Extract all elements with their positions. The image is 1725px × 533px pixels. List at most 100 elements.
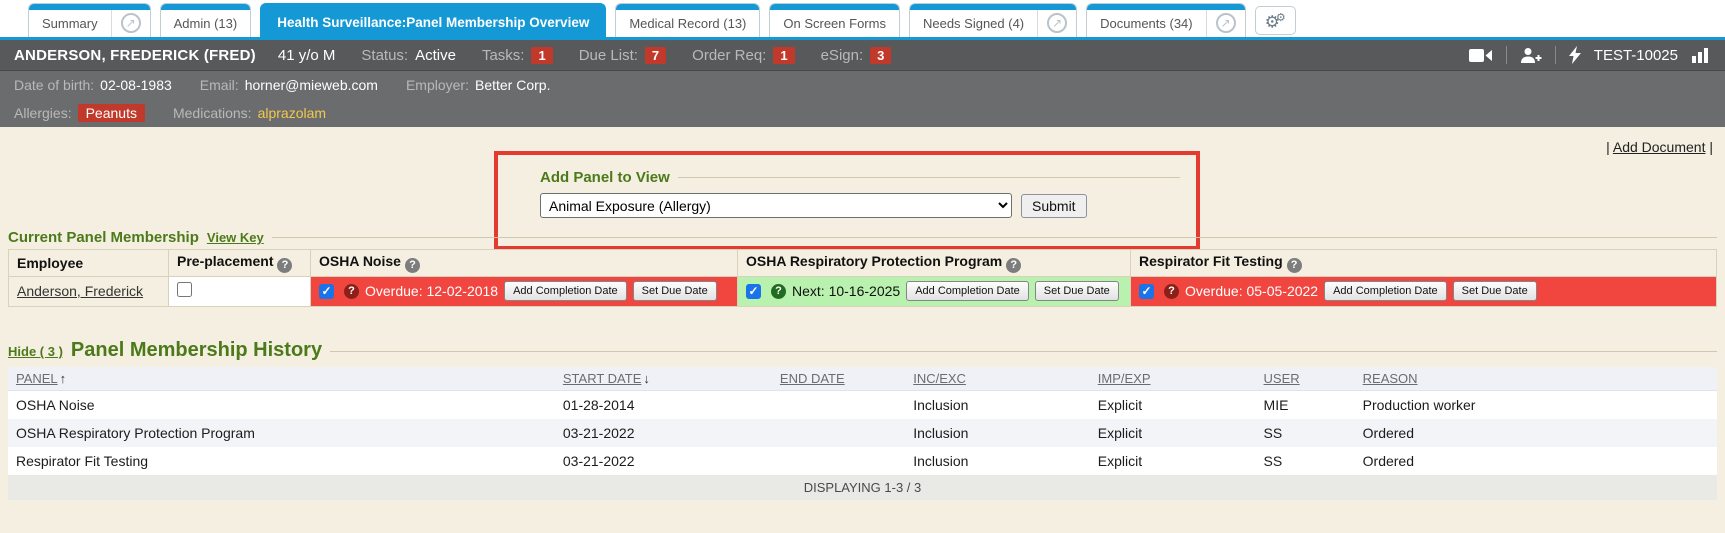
tasks-item: Tasks: 1 xyxy=(482,47,553,64)
history-row[interactable]: OSHA Respiratory Protection Program 03-2… xyxy=(8,419,1717,447)
add-person-icon[interactable] xyxy=(1520,47,1542,64)
tab-health-surveillance-active[interactable]: Health Surveillance:Panel Membership Ove… xyxy=(260,3,606,37)
settings-gears-button[interactable]: ⚙⚙ xyxy=(1255,6,1296,35)
tab-summary-label: Summary xyxy=(29,4,111,37)
col-resp-fit: Respirator Fit Testing? xyxy=(1131,250,1717,277)
sort-reason-link[interactable]: REASON xyxy=(1363,371,1418,386)
add-panel-section: Add Panel to View Animal Exposure (Aller… xyxy=(540,169,1180,218)
tab-needs-signed-popout[interactable]: ↗ xyxy=(1037,4,1076,37)
tab-summary-popout[interactable]: ↗ xyxy=(111,4,150,37)
divider xyxy=(1555,46,1556,64)
sort-descending-icon: ↓ xyxy=(643,371,650,386)
help-icon[interactable]: ? xyxy=(1164,284,1179,299)
panel-membership-history-section: Hide ( 3 ) Panel Membership History PANE… xyxy=(8,339,1717,500)
checked-checkbox[interactable]: ✓ xyxy=(746,284,761,299)
external-link-icon: ↗ xyxy=(1216,13,1236,33)
view-key-link[interactable]: View Key xyxy=(207,230,264,245)
tab-summary[interactable]: Summary ↗ xyxy=(28,3,151,37)
col-imp-exp: IMP/EXP xyxy=(1090,367,1256,391)
col-end-date: END DATE xyxy=(772,367,905,391)
tab-documents-popout[interactable]: ↗ xyxy=(1206,4,1245,37)
submit-button[interactable]: Submit xyxy=(1021,194,1087,218)
order-req-count-badge[interactable]: 1 xyxy=(773,47,794,64)
current-panel-legend: Current Panel Membership xyxy=(8,229,199,246)
bar-chart-icon[interactable] xyxy=(1691,47,1711,63)
add-document-link[interactable]: Add Document xyxy=(1613,139,1706,155)
employee-link[interactable]: Anderson, Frederick xyxy=(17,283,143,299)
osha-noise-status-text: Overdue: 12-02-2018 xyxy=(365,283,498,299)
history-row[interactable]: Respirator Fit Testing 03-21-2022 Inclus… xyxy=(8,447,1717,475)
due-list-count-badge[interactable]: 7 xyxy=(645,47,666,64)
tab-needs-signed[interactable]: Needs Signed (4) ↗ xyxy=(909,3,1077,37)
checked-checkbox[interactable]: ✓ xyxy=(1139,284,1154,299)
tab-documents-label: Documents (34) xyxy=(1087,4,1205,37)
osha-noise-status-cell: ✓ ? Overdue: 12-02-2018 Add Completion D… xyxy=(311,276,738,306)
tab-documents[interactable]: Documents (34) ↗ xyxy=(1086,3,1245,37)
add-completion-date-button[interactable]: Add Completion Date xyxy=(504,281,627,301)
help-icon[interactable]: ? xyxy=(1287,258,1302,273)
tab-on-screen-forms[interactable]: On Screen Forms xyxy=(769,3,900,37)
col-start-date: START DATE↓ xyxy=(555,367,772,391)
order-req-item: Order Req: 1 xyxy=(692,47,794,64)
add-document-area: | Add Document | xyxy=(1606,139,1713,155)
external-link-icon: ↗ xyxy=(121,13,141,33)
email-item: Email: horner@mieweb.com xyxy=(200,77,378,93)
tab-admin-label: Admin (13) xyxy=(161,4,251,37)
video-camera-icon[interactable] xyxy=(1469,48,1493,63)
patient-name: ANDERSON, FREDERICK (FRED) xyxy=(14,47,256,64)
help-icon[interactable]: ? xyxy=(277,258,292,273)
patient-id: TEST-10025 xyxy=(1594,47,1678,64)
add-panel-legend: Add Panel to View xyxy=(540,169,670,186)
current-panel-membership-section: Current Panel Membership View Key Employ… xyxy=(8,229,1717,307)
employer-item: Employer: Better Corp. xyxy=(406,77,551,93)
patient-age-sex: 41 y/o M xyxy=(278,47,336,64)
checked-checkbox[interactable]: ✓ xyxy=(319,284,334,299)
sort-end-date-link[interactable]: END DATE xyxy=(780,371,845,386)
tab-on-screen-forms-label: On Screen Forms xyxy=(770,4,899,37)
sort-start-date-link[interactable]: START DATE xyxy=(563,371,642,386)
divider xyxy=(1506,46,1507,64)
resp-fit-status-cell: ✓ ? Overdue: 05-05-2022 Add Completion D… xyxy=(1131,276,1717,306)
set-due-date-button[interactable]: Set Due Date xyxy=(633,281,717,301)
history-row[interactable]: OSHA Noise 01-28-2014 Inclusion Explicit… xyxy=(8,391,1717,420)
col-panel: PANEL↑ xyxy=(8,367,555,391)
col-osha-noise: OSHA Noise? xyxy=(311,250,738,277)
sort-user-link[interactable]: USER xyxy=(1264,371,1300,386)
help-icon[interactable]: ? xyxy=(405,258,420,273)
dob-value: 02-08-1983 xyxy=(100,77,172,93)
sort-ascending-icon: ↑ xyxy=(60,371,67,386)
add-completion-date-button[interactable]: Add Completion Date xyxy=(1324,281,1447,301)
tab-needs-signed-label: Needs Signed (4) xyxy=(910,4,1037,37)
help-icon[interactable]: ? xyxy=(771,284,786,299)
tab-admin[interactable]: Admin (13) xyxy=(160,3,252,37)
col-inc-exc: INC/EXC xyxy=(905,367,1090,391)
add-completion-date-button[interactable]: Add Completion Date xyxy=(906,281,1029,301)
tasks-count-badge[interactable]: 1 xyxy=(531,47,552,64)
lightning-bolt-icon[interactable] xyxy=(1569,46,1581,64)
allergy-badge[interactable]: Peanuts xyxy=(78,104,145,122)
esign-count-badge[interactable]: 3 xyxy=(870,47,891,64)
help-icon[interactable]: ? xyxy=(344,284,359,299)
panel-select[interactable]: Animal Exposure (Allergy) xyxy=(540,193,1012,218)
medications-item: Medications: alprazolam xyxy=(173,105,326,121)
help-icon[interactable]: ? xyxy=(1006,258,1021,273)
employee-row: Anderson, Frederick ✓ ? Overdue: 12-02-2… xyxy=(9,276,1717,306)
history-legend: Panel Membership History xyxy=(71,339,322,362)
col-user: USER xyxy=(1256,367,1355,391)
sort-inc-exc-link[interactable]: INC/EXC xyxy=(913,371,966,386)
hide-history-link[interactable]: Hide ( 3 ) xyxy=(8,344,63,359)
patient-status: Status: Active xyxy=(361,47,456,64)
tab-medical-record[interactable]: Medical Record (13) xyxy=(615,3,760,37)
medication-value[interactable]: alprazolam xyxy=(258,105,326,121)
set-due-date-button[interactable]: Set Due Date xyxy=(1035,281,1119,301)
history-table: PANEL↑ START DATE↓ END DATE INC/EXC IMP/… xyxy=(8,367,1717,475)
employee-cell: Anderson, Frederick xyxy=(9,276,169,306)
sort-panel-link[interactable]: PANEL xyxy=(16,371,58,386)
sort-imp-exp-link[interactable]: IMP/EXP xyxy=(1098,371,1151,386)
tab-bar: Summary ↗ Admin (13) Health Surveillance… xyxy=(0,0,1725,40)
dob-item: Date of birth: 02-08-1983 xyxy=(14,77,172,93)
external-link-icon: ↗ xyxy=(1047,13,1067,33)
preplacement-checkbox[interactable] xyxy=(177,282,192,297)
due-list-item: Due List: 7 xyxy=(579,47,666,64)
set-due-date-button[interactable]: Set Due Date xyxy=(1453,281,1537,301)
